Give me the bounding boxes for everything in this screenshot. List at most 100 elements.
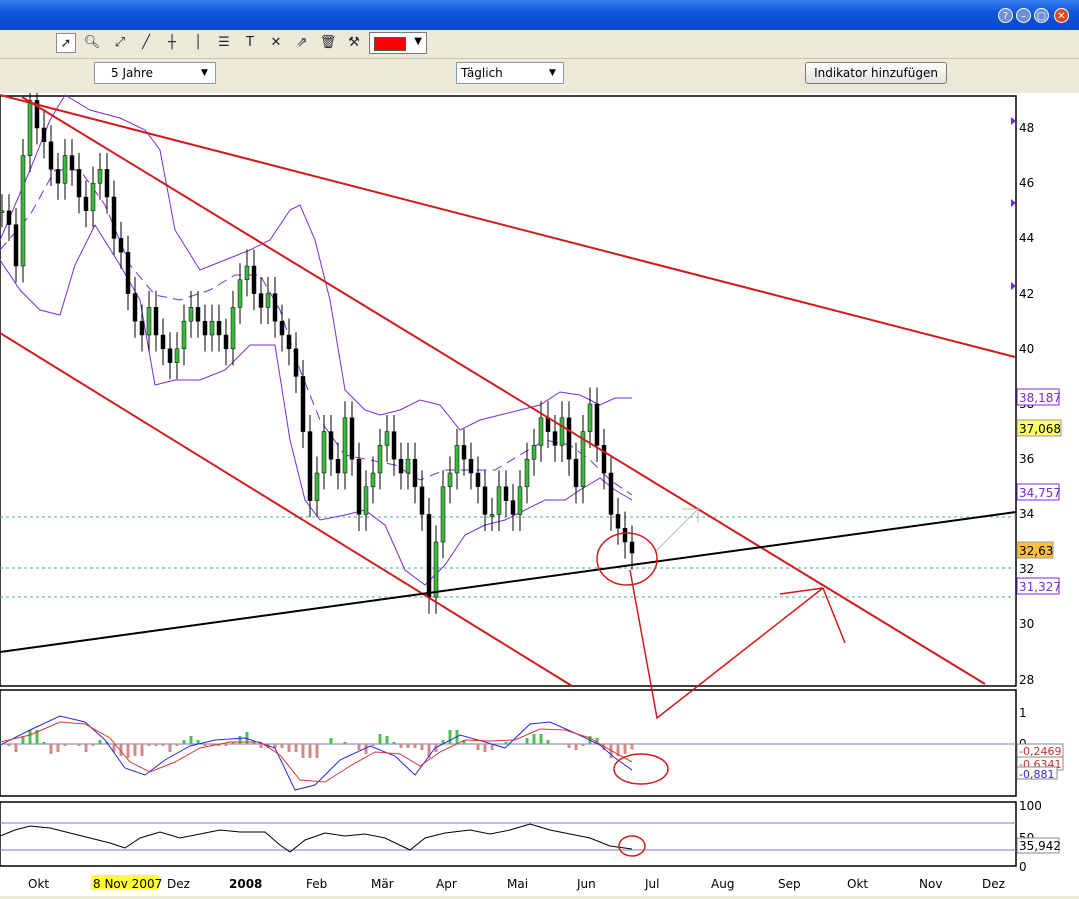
- macd-hist-bar: [147, 744, 151, 746]
- time-tick: Nov: [919, 877, 942, 891]
- candle-body: [202, 320, 208, 336]
- candle-body: [244, 265, 250, 281]
- period-value: 5 Jahre: [111, 66, 153, 80]
- candle-body: [538, 417, 544, 446]
- candle-body: [433, 541, 439, 598]
- time-tick: Dez: [982, 877, 1005, 891]
- chart-svg[interactable]: 48 46 44 42 40 38 36 34 32 30 28 38,187 …: [0, 83, 1079, 896]
- macd-hist-bar: [371, 744, 375, 746]
- bb-lower-value: 31,327: [1019, 580, 1061, 594]
- maximize-button[interactable]: ▢: [1034, 8, 1049, 23]
- macd-hist-bar: [539, 734, 543, 744]
- line-icon[interactable]: ╱: [136, 33, 156, 53]
- candle-body: [328, 431, 334, 460]
- horizontal-line-icon[interactable]: ┼: [162, 33, 182, 53]
- candle-body: [517, 486, 523, 515]
- candle-body: [496, 486, 502, 515]
- time-tick: Apr: [436, 877, 457, 891]
- fibonacci-icon[interactable]: ☰: [214, 33, 234, 53]
- macd-hist-value: -0,881: [1019, 768, 1054, 781]
- vertical-line-icon[interactable]: │: [188, 33, 208, 53]
- color-swatch: [374, 37, 406, 51]
- candle-body: [412, 458, 418, 488]
- time-tick: 2008: [229, 877, 262, 891]
- candle-body: [503, 486, 509, 501]
- candle-body: [265, 293, 271, 308]
- interval-value: Täglich: [461, 66, 503, 80]
- macd-hist-bar: [420, 744, 424, 750]
- price-tick: 36: [1019, 452, 1034, 466]
- candle-body: [594, 403, 600, 446]
- chevron-down-icon: ▼: [201, 68, 208, 78]
- settings-icon[interactable]: ⚒: [344, 33, 364, 53]
- macd-hist-bar: [483, 744, 487, 752]
- candle-body: [587, 403, 593, 432]
- candle-body: [97, 169, 103, 184]
- macd-hist-bar: [385, 736, 389, 744]
- candle-body: [321, 431, 327, 474]
- price-tick: 34: [1019, 507, 1034, 521]
- macd-hist-bar: [280, 744, 284, 748]
- chart-area[interactable]: 48 46 44 42 40 38 36 34 32 30 28 38,187 …: [0, 83, 1079, 896]
- candle-body: [188, 307, 194, 322]
- candle-body: [391, 431, 397, 460]
- macd-hist-bar: [224, 744, 228, 746]
- macd-hist-bar: [406, 744, 410, 748]
- candle-body: [209, 320, 215, 336]
- candle-body: [90, 182, 96, 212]
- macd-hist-bar: [623, 744, 627, 754]
- candle-body: [272, 293, 278, 322]
- last-close-value: 37,068: [1019, 422, 1061, 436]
- macd-hist-bar: [63, 744, 67, 746]
- candle-body: [293, 348, 299, 377]
- channel-icon[interactable]: ⇗: [292, 33, 312, 53]
- macd-hist-bar: [14, 744, 18, 752]
- close-button[interactable]: ✕: [1054, 8, 1069, 23]
- color-picker[interactable]: ▼: [369, 32, 427, 54]
- macd-hist-bar: [567, 744, 571, 748]
- candle-body: [48, 141, 54, 170]
- price-tick: 48: [1019, 121, 1034, 135]
- candle-body: [398, 458, 404, 474]
- rsi-value: 35,942: [1019, 839, 1061, 853]
- period-select[interactable]: 5 Jahre ▼: [94, 62, 216, 84]
- time-tick: Dez: [167, 877, 190, 891]
- candle-body: [132, 293, 138, 322]
- candle-body: [419, 486, 425, 515]
- candle-body: [258, 293, 264, 308]
- bb-upper-value: 38,187: [1019, 391, 1061, 405]
- time-tick: Mär: [371, 877, 394, 891]
- macd-signal-value: -0,2469: [1019, 745, 1061, 758]
- candle-body: [566, 417, 572, 460]
- zoom-icon[interactable]: 🔍︎: [82, 33, 102, 53]
- macd-hist-bar: [315, 744, 319, 758]
- candle-body: [251, 265, 257, 294]
- macd-hist-bar: [574, 744, 578, 750]
- help-button[interactable]: ?: [998, 8, 1013, 23]
- candle-body: [335, 458, 341, 474]
- trendline-icon[interactable]: ⤢: [110, 33, 130, 53]
- minimize-button[interactable]: –: [1016, 8, 1031, 23]
- candle-body: [83, 196, 89, 212]
- candle-body: [489, 514, 495, 517]
- time-tick: Sep: [778, 877, 801, 891]
- macd-panel: [0, 689, 1017, 797]
- candle-body: [167, 348, 173, 363]
- macd-hist-bar: [161, 744, 165, 746]
- cross-line-icon[interactable]: ✕: [266, 33, 286, 53]
- trash-icon[interactable]: 🗑︎: [318, 33, 338, 53]
- text-icon[interactable]: T: [240, 33, 260, 53]
- candle-body: [139, 320, 145, 336]
- macd-hist-bar: [287, 744, 291, 752]
- macd-hist-bar: [504, 742, 508, 744]
- macd-hist-bar: [189, 736, 193, 744]
- macd-hist-bar: [126, 744, 130, 758]
- macd-hist-bar: [378, 734, 382, 744]
- cursor-icon[interactable]: ➚: [56, 33, 76, 53]
- add-indicator-button[interactable]: Indikator hinzufügen: [805, 62, 947, 84]
- interval-select[interactable]: Täglich ▼: [456, 62, 564, 84]
- rsi-tick: 100: [1019, 799, 1042, 813]
- candle-body: [153, 307, 159, 336]
- macd-hist-bar: [182, 740, 186, 744]
- macd-hist-bar: [581, 744, 585, 746]
